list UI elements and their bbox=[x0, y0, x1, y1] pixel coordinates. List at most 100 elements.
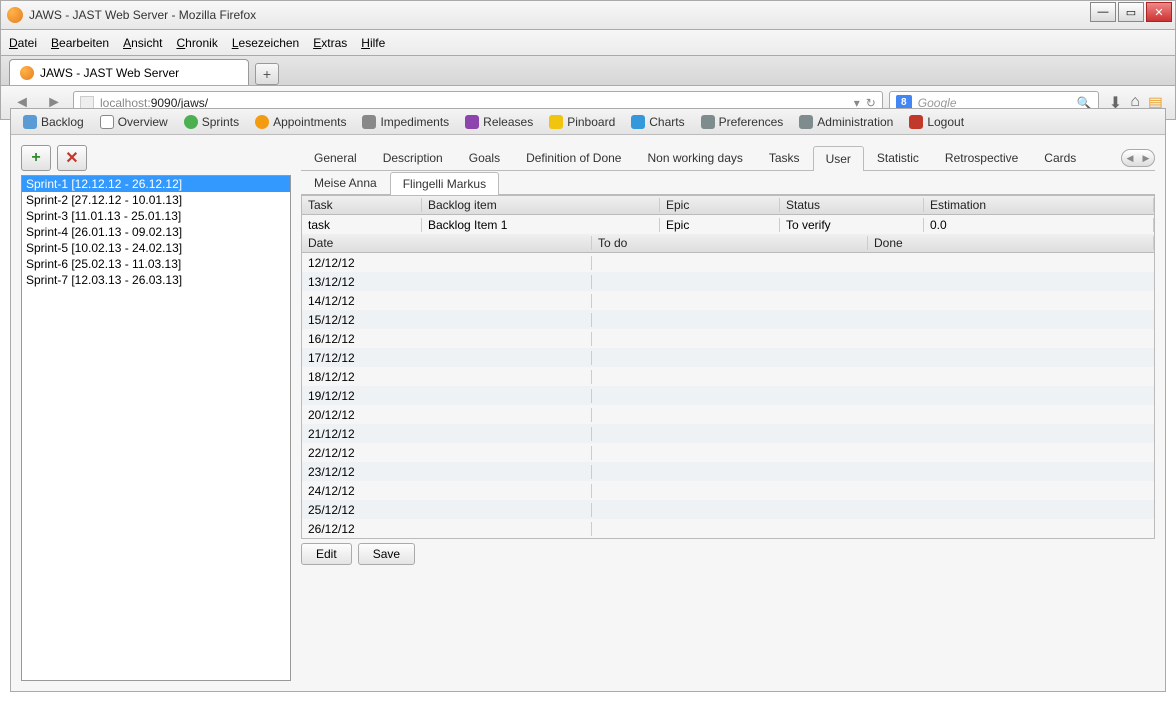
main-tabs: GeneralDescriptionGoalsDefinition of Don… bbox=[301, 145, 1155, 171]
menu-hilfe[interactable]: Hilfe bbox=[361, 36, 385, 50]
col-epic: Epic bbox=[660, 198, 780, 212]
tab-non-working-days[interactable]: Non working days bbox=[634, 145, 755, 170]
logout-icon bbox=[909, 115, 923, 129]
toolbar-releases[interactable]: Releases bbox=[457, 109, 541, 134]
cell-task: task bbox=[302, 218, 422, 232]
task-header-row: Task Backlog item Epic Status Estimation bbox=[302, 196, 1154, 215]
browser-tab[interactable]: JAWS - JAST Web Server bbox=[9, 59, 249, 85]
cell-date: 13/12/12 bbox=[302, 275, 592, 289]
toolbar-overview[interactable]: Overview bbox=[92, 109, 176, 134]
sprint-item[interactable]: Sprint-5 [10.02.13 - 24.02.13] bbox=[22, 240, 290, 256]
toolbar-backlog[interactable]: Backlog bbox=[15, 109, 92, 134]
menubar: Datei Bearbeiten Ansicht Chronik Lesezeichen… bbox=[0, 30, 1176, 56]
date-row[interactable]: 21/12/12 bbox=[302, 424, 1154, 443]
menu-bearbeiten[interactable]: Bearbeiten bbox=[51, 36, 109, 50]
col-estimation: Estimation bbox=[924, 198, 1154, 212]
col-status: Status bbox=[780, 198, 924, 212]
cell-status: To verify bbox=[780, 218, 924, 232]
date-row[interactable]: 20/12/12 bbox=[302, 405, 1154, 424]
menu-datei[interactable]: Datei bbox=[9, 36, 37, 50]
edit-button[interactable]: Edit bbox=[301, 543, 352, 565]
tab-description[interactable]: Description bbox=[370, 145, 456, 170]
cell-date: 12/12/12 bbox=[302, 256, 592, 270]
cell-backlog: Backlog Item 1 bbox=[422, 218, 660, 232]
toolbar-impediments[interactable]: Impediments bbox=[354, 109, 457, 134]
window-title: JAWS - JAST Web Server - Mozilla Firefox bbox=[29, 8, 256, 22]
user-tab[interactable]: Flingelli Markus bbox=[390, 172, 499, 195]
window-titlebar: JAWS - JAST Web Server - Mozilla Firefox… bbox=[0, 0, 1176, 30]
user-tab[interactable]: Meise Anna bbox=[301, 171, 390, 194]
toolbar-pinboard[interactable]: Pinboard bbox=[541, 109, 623, 134]
date-row[interactable]: 13/12/12 bbox=[302, 272, 1154, 291]
date-row[interactable]: 18/12/12 bbox=[302, 367, 1154, 386]
releases-icon bbox=[465, 115, 479, 129]
date-row[interactable]: 14/12/12 bbox=[302, 291, 1154, 310]
toolbar-preferences[interactable]: Preferences bbox=[693, 109, 792, 134]
menu-lesezeichen[interactable]: Lesezeichen bbox=[232, 36, 299, 50]
tab-tasks[interactable]: Tasks bbox=[756, 145, 813, 170]
cell-epic: Epic bbox=[660, 218, 780, 232]
cell-date: 21/12/12 bbox=[302, 427, 592, 441]
toolbar-appointments[interactable]: Appointments bbox=[247, 109, 354, 134]
app-toolbar: BacklogOverviewSprintsAppointmentsImpedi… bbox=[11, 109, 1165, 135]
minimize-button[interactable]: — bbox=[1090, 2, 1116, 22]
sprint-item[interactable]: Sprint-1 [12.12.12 - 26.12.12] bbox=[22, 176, 290, 192]
tab-retrospective[interactable]: Retrospective bbox=[932, 145, 1031, 170]
sprint-item[interactable]: Sprint-2 [27.12.12 - 10.01.13] bbox=[22, 192, 290, 208]
col-task: Task bbox=[302, 198, 422, 212]
date-row[interactable]: 25/12/12 bbox=[302, 500, 1154, 519]
tab-cards[interactable]: Cards bbox=[1031, 145, 1089, 170]
sprint-item[interactable]: Sprint-7 [12.03.13 - 26.03.13] bbox=[22, 272, 290, 288]
date-header-row: Date To do Done bbox=[302, 234, 1154, 253]
toolbar-charts[interactable]: Charts bbox=[623, 109, 692, 134]
tab-goals[interactable]: Goals bbox=[456, 145, 513, 170]
main-panel: GeneralDescriptionGoalsDefinition of Don… bbox=[301, 145, 1155, 681]
cell-date: 25/12/12 bbox=[302, 503, 592, 517]
task-row[interactable]: task Backlog Item 1 Epic To verify 0.0 bbox=[302, 215, 1154, 234]
date-row[interactable]: 26/12/12 bbox=[302, 519, 1154, 538]
menu-ansicht[interactable]: Ansicht bbox=[123, 36, 162, 50]
cell-date: 17/12/12 bbox=[302, 351, 592, 365]
date-row[interactable]: 22/12/12 bbox=[302, 443, 1154, 462]
tab-general[interactable]: General bbox=[301, 145, 370, 170]
administration-icon bbox=[799, 115, 813, 129]
sprint-item[interactable]: Sprint-4 [26.01.13 - 09.02.13] bbox=[22, 224, 290, 240]
date-row[interactable]: 17/12/12 bbox=[302, 348, 1154, 367]
tab-statistic[interactable]: Statistic bbox=[864, 145, 932, 170]
sprint-item[interactable]: Sprint-3 [11.01.13 - 25.01.13] bbox=[22, 208, 290, 224]
date-row[interactable]: 15/12/12 bbox=[302, 310, 1154, 329]
delete-sprint-button[interactable]: ✕ bbox=[57, 145, 87, 171]
menu-chronik[interactable]: Chronik bbox=[176, 36, 217, 50]
cell-date: 20/12/12 bbox=[302, 408, 592, 422]
page-icon bbox=[20, 66, 34, 80]
date-row[interactable]: 12/12/12 bbox=[302, 253, 1154, 272]
date-row[interactable]: 24/12/12 bbox=[302, 481, 1154, 500]
firefox-icon bbox=[7, 7, 23, 23]
user-tabs: Meise AnnaFlingelli Markus bbox=[301, 171, 1155, 195]
tab-pager[interactable]: ◀▶ bbox=[1121, 149, 1155, 167]
cell-date: 24/12/12 bbox=[302, 484, 592, 498]
sprint-item[interactable]: Sprint-6 [25.02.13 - 11.03.13] bbox=[22, 256, 290, 272]
menu-extras[interactable]: Extras bbox=[313, 36, 347, 50]
toolbar-sprints[interactable]: Sprints bbox=[176, 109, 247, 134]
tab-definition-of-done[interactable]: Definition of Done bbox=[513, 145, 634, 170]
date-row[interactable]: 23/12/12 bbox=[302, 462, 1154, 481]
add-sprint-button[interactable]: + bbox=[21, 145, 51, 171]
date-row[interactable]: 16/12/12 bbox=[302, 329, 1154, 348]
maximize-button[interactable]: ▭ bbox=[1118, 2, 1144, 22]
col-done: Done bbox=[868, 236, 1154, 250]
cell-date: 15/12/12 bbox=[302, 313, 592, 327]
cell-date: 16/12/12 bbox=[302, 332, 592, 346]
toolbar-administration[interactable]: Administration bbox=[791, 109, 901, 134]
save-button[interactable]: Save bbox=[358, 543, 415, 565]
close-button[interactable]: ✕ bbox=[1146, 2, 1172, 22]
cell-date: 14/12/12 bbox=[302, 294, 592, 308]
tab-user[interactable]: User bbox=[813, 146, 864, 171]
new-tab-button[interactable]: + bbox=[255, 63, 279, 85]
date-row[interactable]: 19/12/12 bbox=[302, 386, 1154, 405]
toolbar-logout[interactable]: Logout bbox=[901, 109, 972, 134]
sprints-icon bbox=[184, 115, 198, 129]
browser-tab-title: JAWS - JAST Web Server bbox=[40, 66, 179, 80]
sprint-list[interactable]: Sprint-1 [12.12.12 - 26.12.12]Sprint-2 [… bbox=[21, 175, 291, 681]
impediments-icon bbox=[362, 115, 376, 129]
